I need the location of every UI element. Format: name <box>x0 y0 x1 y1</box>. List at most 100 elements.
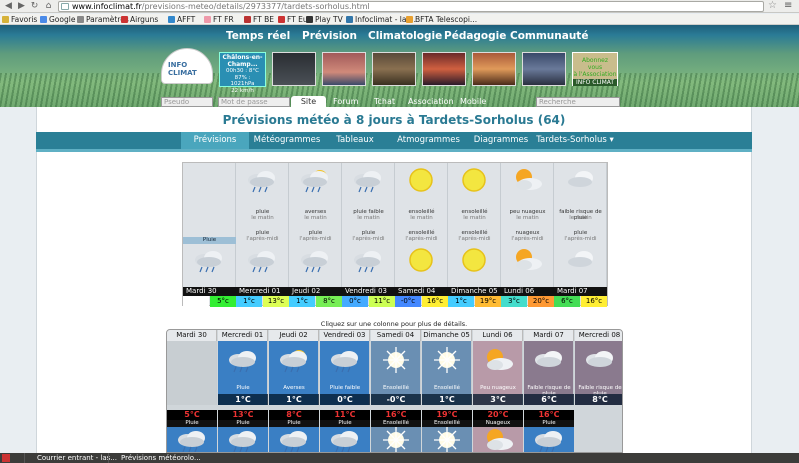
day-label: Lundi 06 <box>501 287 554 296</box>
tab-2[interactable]: Tableaux <box>326 132 384 149</box>
day-column-3[interactable]: pluie faible le matin pluie l'après-midi Ven… <box>342 163 395 307</box>
bookmark-4[interactable]: AFFT <box>168 14 195 24</box>
photo-thumb-5[interactable] <box>472 52 516 86</box>
bookmark-1[interactable]: Google <box>40 14 75 24</box>
photo-thumb-3[interactable] <box>372 52 416 86</box>
weather-cloud-icon <box>532 347 566 373</box>
bookmark-6[interactable]: FT BE <box>244 14 274 24</box>
weather-rain-icon <box>524 427 574 452</box>
night-temp: 6°C <box>524 394 574 405</box>
day-column-5[interactable]: ensoleillé le matin ensoleillé l'après-midi… <box>448 163 501 307</box>
day-column-4[interactable]: ensoleillé le matin ensoleillé l'après-midi… <box>395 163 448 307</box>
column-header-3[interactable]: Vendredi 03 <box>320 330 370 341</box>
subnav-item-3[interactable]: Association <box>408 97 454 107</box>
tab-1[interactable]: Météogrammes <box>251 132 323 149</box>
column-header-7[interactable]: Mardi 07 <box>524 330 574 341</box>
photo-thumb-1[interactable] <box>272 52 316 86</box>
photo-thumb-2[interactable] <box>322 52 366 86</box>
day-column-6[interactable]: peu nuageux le matin nuageux l'après-midi Lu… <box>501 163 554 307</box>
day-column-1[interactable]: pluie le matin pluie l'après-midi Mercredi 0… <box>236 163 289 307</box>
bookmark-5[interactable]: FT FR <box>204 14 234 24</box>
day-column-0[interactable]: Pluie Mardi 30 5°c <box>183 163 236 307</box>
night-label: Pluie faible <box>329 385 361 391</box>
weather-shower-icon <box>298 167 332 193</box>
pluie-label: Pluie <box>183 237 236 244</box>
temp-max: 5°c <box>210 296 236 307</box>
tab-0[interactable]: Prévisions <box>181 132 249 149</box>
temp-min: 1°c <box>289 296 315 307</box>
password-input[interactable]: Mot de passe <box>218 97 290 107</box>
night-cell-4[interactable]: Ensoleillé -0°C <box>371 341 421 405</box>
bookmark-favicon-icon <box>204 16 211 23</box>
day-column-7[interactable]: faible risque de pluie le matin pluie l'apr… <box>554 163 607 307</box>
night-label: Peu nuageux <box>480 385 516 391</box>
reload-icon[interactable]: ↻ <box>29 1 40 12</box>
tab-5[interactable]: Tardets-Sorholus ▾ <box>536 132 614 149</box>
subnav-site-tab[interactable]: Site <box>291 96 326 107</box>
bookmark-favicon-icon <box>244 16 251 23</box>
temp-max: 13°c <box>263 296 289 307</box>
am-sub-label: le matin <box>463 215 486 221</box>
am-sub-label: le matin <box>304 215 327 221</box>
bookmark-favicon-icon <box>40 16 47 23</box>
column-header-6[interactable]: Lundi 06 <box>473 330 523 341</box>
wrench-icon[interactable]: ≡ <box>784 0 792 11</box>
column-header-4[interactable]: Samedi 04 <box>371 330 421 341</box>
taskbar-item-1[interactable]: Prévisions météorolo... <box>108 453 201 463</box>
night-cell-5[interactable]: Ensoleillé 1°C <box>422 341 472 405</box>
association-line-3: INFO CLIMAT <box>573 79 617 86</box>
day-label-7: Pluie <box>524 420 574 427</box>
main-nav-item-2[interactable]: Climatologie <box>368 30 442 42</box>
night-cell-7[interactable]: Faible risque de pluie6°C <box>524 341 574 405</box>
taskbar-item-0[interactable]: Courrier entrant - las... <box>24 453 117 463</box>
subnav-item-2[interactable]: Tchat <box>374 97 395 107</box>
column-header-0[interactable]: Mardi 30 <box>167 330 217 341</box>
back-icon[interactable]: ◀ <box>3 1 14 12</box>
am-sub-label: le matin <box>569 215 592 221</box>
column-header-2[interactable]: Jeudi 02 <box>269 330 319 341</box>
tab-4[interactable]: Diagrammes <box>471 132 531 149</box>
night-cell-2[interactable]: Averses 1°C <box>269 341 319 405</box>
photo-thumb-6[interactable] <box>522 52 566 86</box>
weather-sunwhite-icon <box>371 427 421 452</box>
temp-max: 19°c <box>475 296 501 307</box>
night-cell-0[interactable] <box>167 341 217 405</box>
column-header-5[interactable]: Dimanche 05 <box>422 330 472 341</box>
night-temp: 1°C <box>269 394 319 405</box>
pseudo-input[interactable]: Pseudo <box>161 97 213 107</box>
forward-icon[interactable]: ▶ <box>16 1 27 12</box>
desktop-icon[interactable] <box>2 454 10 462</box>
main-nav-item-3[interactable]: Pédagogie <box>444 30 506 42</box>
column-header-8[interactable]: Mercredi 08 <box>575 330 622 341</box>
weather-rain-icon <box>245 167 279 193</box>
night-cell-8[interactable]: Faible risque de pluie8°C <box>575 341 622 405</box>
main-nav-item-1[interactable]: Prévision <box>302 30 357 42</box>
day-column-2[interactable]: averses le matin pluie l'après-midi Jeudi 02… <box>289 163 342 307</box>
home-icon[interactable]: ⌂ <box>43 1 54 12</box>
main-nav-item-0[interactable]: Temps réel <box>226 30 290 42</box>
weather-cloud-icon <box>583 347 617 373</box>
association-banner[interactable]: Abonnez vous à l'Association INFO CLIMAT <box>572 52 618 86</box>
bookmarks-bar: Favoris Google Paramètres Airguns AFFT FT FR F… <box>0 14 799 25</box>
bookmark-3[interactable]: Airguns <box>121 14 158 24</box>
weather-sun-icon <box>457 247 491 273</box>
current-conditions-box[interactable]: Châlons-en- Champ... 00h30 : 8°C 87% : 1021… <box>219 52 266 94</box>
search-input[interactable]: Recherche <box>536 97 620 107</box>
column-header-1[interactable]: Mercredi 01 <box>218 330 268 341</box>
page-icon <box>61 3 69 10</box>
night-cell-3[interactable]: Pluie faible 0°C <box>320 341 370 405</box>
night-cell-1[interactable]: Pluie 1°C <box>218 341 268 405</box>
bookmark-8[interactable]: Play TV <box>306 14 343 24</box>
bookmark-star-icon[interactable]: ☆ <box>768 0 777 11</box>
bookmark-0[interactable]: Favoris <box>2 14 37 24</box>
weather-shower-icon <box>277 347 311 373</box>
weather-partsun-icon <box>510 247 544 273</box>
address-bar[interactable]: www.infoclimat.fr/previsions-meteo/detai… <box>58 1 764 12</box>
subnav-item-4[interactable]: Mobile <box>460 97 486 107</box>
main-nav-item-4[interactable]: Communauté <box>510 30 588 42</box>
bookmark-10[interactable]: BFTA Telescopi... <box>406 14 477 24</box>
night-cell-6[interactable]: Peu nuageux 3°C <box>473 341 523 405</box>
tab-3[interactable]: Atmogrammes <box>391 132 466 149</box>
photo-thumb-4[interactable] <box>422 52 466 86</box>
subnav-item-1[interactable]: Forum <box>333 97 358 107</box>
